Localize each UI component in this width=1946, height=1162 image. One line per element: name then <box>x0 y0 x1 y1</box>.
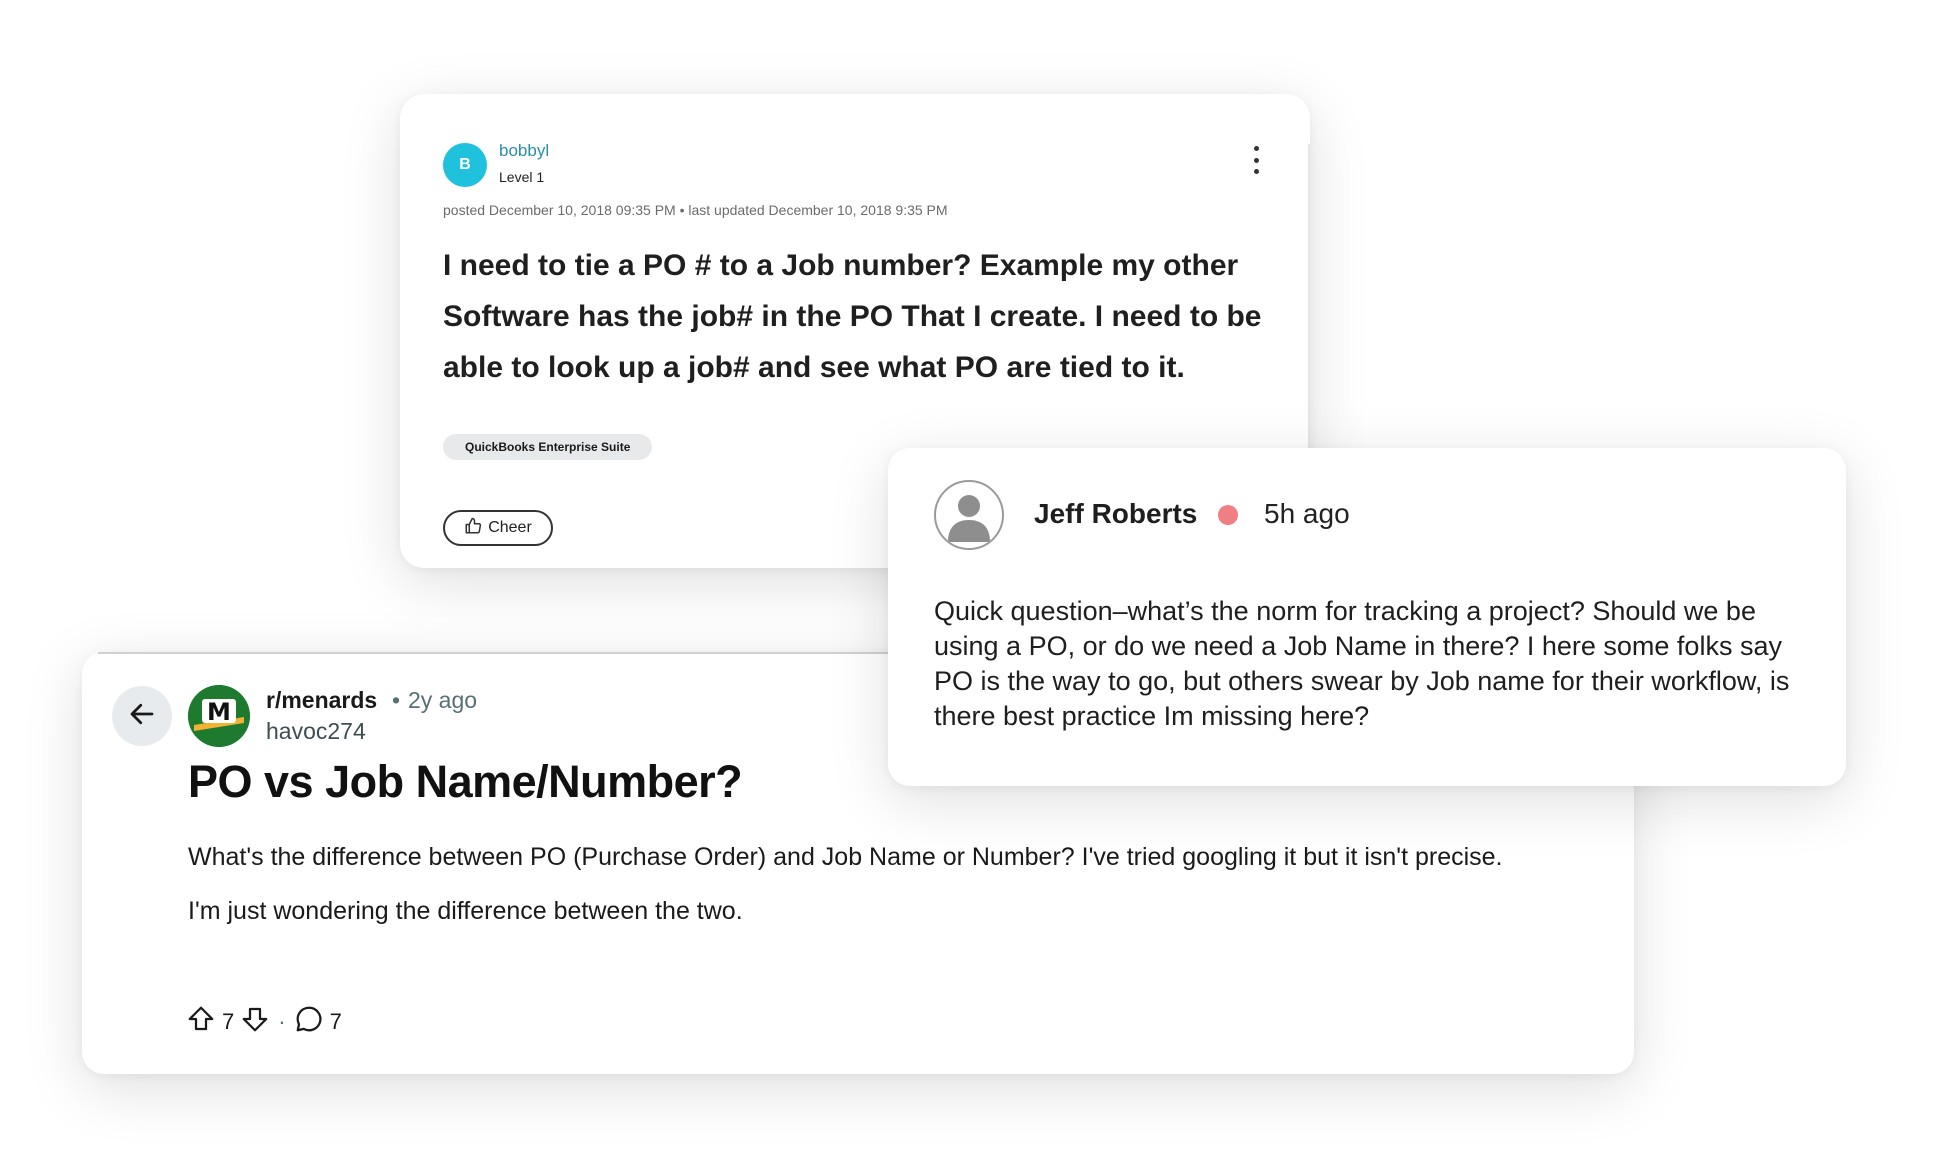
message-time: 5h ago <box>1264 498 1350 529</box>
post-body: I need to tie a PO # to a Job number? Ex… <box>443 249 1262 384</box>
thumbs-up-icon <box>464 517 482 540</box>
back-button[interactable] <box>112 686 172 746</box>
downvote-icon <box>240 1004 270 1040</box>
more-options-icon[interactable] <box>1250 146 1262 174</box>
subreddit-icon[interactable]: M <box>188 685 250 747</box>
comment-count: 7 <box>329 1009 342 1034</box>
username-link[interactable]: bobbyl <box>499 141 549 161</box>
status-indicator <box>1218 505 1238 525</box>
post-body-paragraph: What's the difference between PO (Purcha… <box>188 843 1503 871</box>
subreddit-icon-letter: M <box>207 698 231 726</box>
downvote-button[interactable] <box>240 1004 270 1040</box>
post-time: 2y ago <box>408 687 478 713</box>
card-top-divider <box>98 652 978 654</box>
message-body: Quick question–what’s the norm for track… <box>934 596 1790 731</box>
post-author[interactable]: havoc274 <box>266 718 366 745</box>
action-separator: · <box>278 1009 286 1034</box>
avatar-letter: B <box>459 156 471 173</box>
sender-name[interactable]: Jeff Roberts <box>1034 498 1197 530</box>
upvote-icon <box>186 1004 216 1040</box>
subreddit-link[interactable]: r/menards <box>266 687 377 714</box>
comments-button[interactable] <box>294 1004 324 1040</box>
vote-count: 7 <box>222 1009 235 1034</box>
post-title: PO vs Job Name/Number? <box>188 756 743 807</box>
cheer-label: Cheer <box>488 519 532 536</box>
default-user-avatar-icon[interactable] <box>934 480 1004 550</box>
comment-icon <box>294 1004 324 1040</box>
chat-message-card: Jeff Roberts 5h ago Quick question–what’… <box>888 448 1846 786</box>
post-actions: 7 · 7 <box>186 1004 342 1040</box>
card-edge-divider <box>1308 144 1310 484</box>
user-level: Level 1 <box>499 169 545 185</box>
cheer-button[interactable]: Cheer <box>443 510 553 546</box>
post-body: What's the difference between PO (Purcha… <box>188 838 1608 946</box>
meta-separator: • <box>392 687 401 713</box>
back-arrow-icon <box>127 699 157 734</box>
upvote-button[interactable] <box>186 1004 216 1040</box>
post-body-paragraph: I'm just wondering the difference betwee… <box>188 897 743 925</box>
product-tag[interactable]: QuickBooks Enterprise Suite <box>443 434 653 460</box>
post-meta: posted December 10, 2018 09:35 PM • last… <box>443 202 948 218</box>
user-avatar[interactable]: B <box>443 143 487 187</box>
